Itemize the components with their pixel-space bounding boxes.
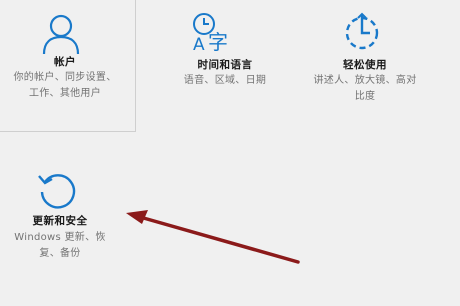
annotation-arrow — [126, 210, 300, 264]
